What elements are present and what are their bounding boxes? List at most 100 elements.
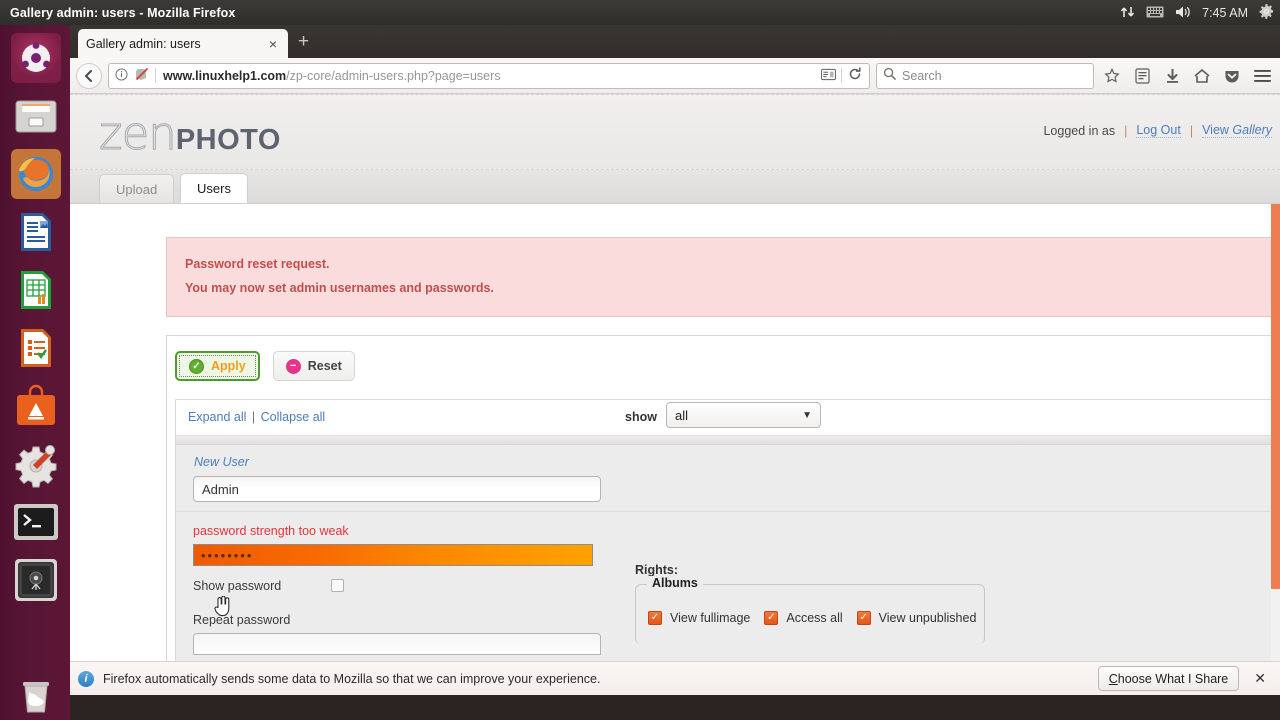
url-text: www.linuxhelp1.com/zp-core/admin-users.p… [163, 69, 815, 83]
network-icon[interactable] [1120, 5, 1135, 21]
screen: Gallery admin: users - Mozilla Firefox 7… [0, 0, 1280, 720]
launcher-item-trash[interactable] [11, 670, 61, 720]
menu-icon[interactable] [1250, 63, 1274, 89]
mouse-cursor [214, 595, 231, 617]
minus-circle-icon: − [285, 358, 301, 374]
view-gallery-prefix: View [1202, 123, 1233, 137]
url-path: /zp-core/admin-users.php?page=users [286, 68, 501, 83]
reader-mode-icon[interactable] [820, 68, 836, 84]
new-user-label: New User [194, 455, 249, 469]
launcher-item-files[interactable] [11, 91, 61, 141]
checkbox-view-unpublished[interactable]: ✓ [856, 611, 871, 625]
collapse-all-link[interactable]: Collapse all [261, 410, 326, 424]
launcher-item-software-center[interactable] [11, 381, 61, 431]
view-gallery-italic: Gallery [1232, 123, 1272, 137]
launcher-item-libreoffice-calc[interactable] [11, 265, 61, 315]
launcher-item-libreoffice-impress[interactable] [11, 323, 61, 373]
view-gallery-link[interactable]: View Gallery [1202, 123, 1272, 138]
apply-button[interactable]: ✓ Apply [175, 351, 260, 381]
search-bar[interactable]: Search [876, 62, 1094, 89]
password-masked-value: •••••••• [201, 547, 254, 563]
choose-what-i-share-button[interactable]: Choose What I Share [1097, 666, 1240, 691]
form-action-buttons: ✓ Apply − Reset [175, 351, 355, 381]
back-button[interactable] [76, 62, 102, 89]
tab-upload[interactable]: Upload [99, 174, 175, 203]
info-icon: i [78, 670, 94, 687]
launcher-item-firefox[interactable] [11, 149, 61, 199]
bookmark-star-icon[interactable] [1100, 63, 1124, 89]
home-icon[interactable] [1190, 63, 1214, 89]
keyboard-icon[interactable] [1146, 6, 1164, 20]
url-separator [155, 68, 156, 83]
label-view-fullimage: View fullimage [670, 611, 751, 625]
tracking-protection-icon[interactable] [134, 67, 150, 84]
window-title: Gallery admin: users - Mozilla Firefox [10, 5, 236, 20]
launcher-item-system-settings[interactable] [11, 439, 61, 489]
search-input-placeholder: Search [902, 68, 942, 83]
notification-message: Firefox automatically sends some data to… [103, 671, 601, 686]
show-label: show [625, 410, 657, 424]
ubuntu-top-panel: Gallery admin: users - Mozilla Firefox 7… [0, 0, 1280, 25]
system-tray: 7:45 AM [1120, 0, 1274, 25]
albums-fieldset: Albums ✓ View fullimage ✓ Access all ✓ V… [635, 576, 985, 644]
new-tab-button[interactable]: + [298, 32, 309, 51]
navigation-toolbar: www.linuxhelp1.com/zp-core/admin-users.p… [70, 58, 1280, 94]
expand-collapse-links: Expand all | Collapse all [188, 410, 325, 424]
pocket-icon[interactable] [1220, 63, 1244, 89]
reload-icon[interactable] [847, 67, 863, 84]
url-separator-2 [841, 68, 842, 83]
apply-button-label: Apply [211, 359, 246, 373]
users-panel: ✓ Apply − Reset Expand all | Collapse al… [166, 335, 1280, 695]
username-input[interactable]: Admin [193, 476, 601, 502]
address-bar[interactable]: www.linuxhelp1.com/zp-core/admin-users.p… [108, 62, 870, 89]
tab-bar: Gallery admin: users × + [70, 25, 1280, 58]
button-label-rest: hoose What I Share [1117, 671, 1229, 686]
user-row: New User Admin password strength too wea… [176, 445, 1280, 695]
reset-button-label: Reset [307, 359, 342, 373]
launcher-item-libreoffice-writer[interactable] [11, 207, 61, 257]
zenphoto-header: zen PHOTO Logged in as | Log Out | View … [70, 94, 1280, 170]
zenphoto-logo[interactable]: zen PHOTO [99, 107, 281, 161]
close-icon[interactable]: ✕ [1248, 670, 1272, 687]
label-view-unpublished: View unpublished [878, 611, 977, 625]
expand-all-link[interactable]: Expand all [188, 410, 246, 424]
tab-users[interactable]: Users [180, 173, 248, 203]
clock[interactable]: 7:45 AM [1202, 6, 1248, 20]
notification-bar: i Firefox automatically sends some data … [70, 661, 1280, 695]
repeat-password-input[interactable] [193, 633, 601, 655]
divider [176, 511, 1280, 512]
url-domain: www.linuxhelp1.com [163, 68, 287, 83]
library-icon[interactable] [1130, 63, 1154, 89]
close-icon[interactable]: × [266, 36, 280, 52]
launcher-item-safe[interactable] [11, 555, 61, 605]
link-separator-2: | [1189, 123, 1194, 138]
logged-in-as-label: Logged in as [1043, 123, 1116, 138]
launcher-item-terminal[interactable] [11, 497, 61, 547]
browser-tab[interactable]: Gallery admin: users × [78, 29, 288, 58]
links-separator: | [251, 410, 256, 424]
checkbox-view-fullimage[interactable]: ✓ [648, 611, 662, 625]
page-scrollbar[interactable] [1271, 204, 1280, 695]
gear-icon[interactable] [1259, 4, 1274, 21]
zenphoto-body: Password reset request. You may now set … [70, 204, 1280, 695]
page-scrollbar-thumb[interactable] [1271, 204, 1280, 589]
albums-checkbox-row: ✓ View fullimage ✓ Access all ✓ View unp… [648, 611, 982, 625]
reset-button[interactable]: − Reset [272, 351, 355, 381]
logo-photo-text: PHOTO [175, 124, 281, 156]
checkbox-access-all[interactable]: ✓ [764, 611, 779, 625]
show-password-checkbox[interactable] [331, 579, 344, 592]
page-info-icon[interactable] [113, 67, 129, 84]
zenphoto-tabs: Upload Users [70, 170, 1280, 204]
show-password-label: Show password [193, 579, 282, 593]
show-filter-select[interactable]: all ▼ [666, 402, 821, 428]
alert-line-2: You may now set admin usernames and pass… [185, 281, 494, 296]
repeat-password-label: Repeat password [193, 613, 291, 627]
page-content: zen PHOTO Logged in as | Log Out | View … [70, 94, 1280, 695]
volume-icon[interactable] [1175, 5, 1191, 21]
password-input[interactable]: •••••••• [193, 544, 593, 566]
launcher-item-ubuntu-dash[interactable] [11, 33, 61, 83]
logout-link[interactable]: Log Out [1136, 123, 1181, 138]
search-icon [883, 67, 896, 85]
downloads-icon[interactable] [1160, 63, 1184, 89]
check-circle-icon: ✓ [189, 358, 204, 374]
